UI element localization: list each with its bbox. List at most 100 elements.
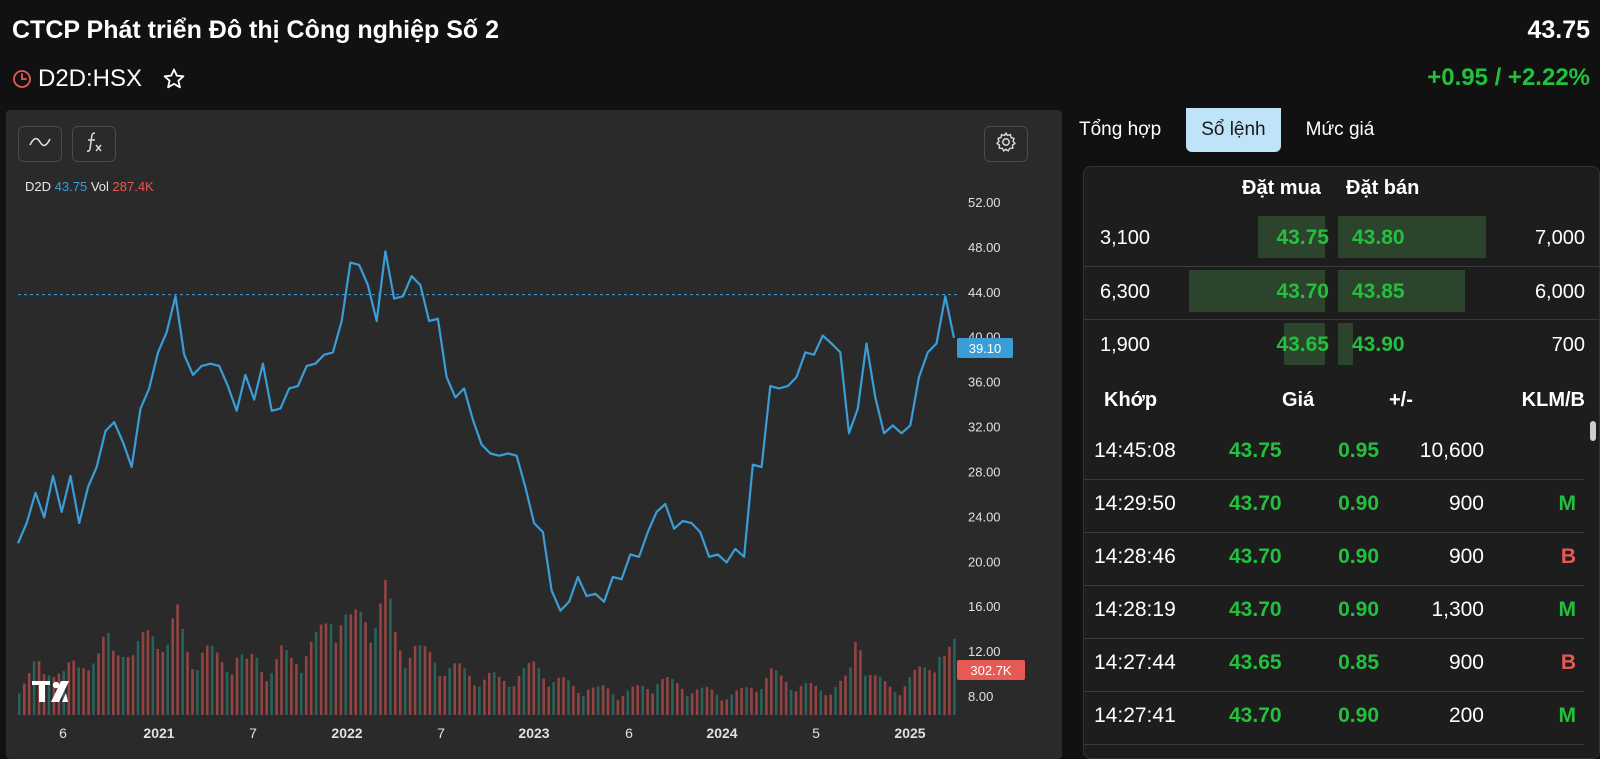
y-tick-label: 20.00 [968, 554, 1001, 569]
y-tick-label: 32.00 [968, 420, 1001, 435]
trade-time: 14:27:44 [1094, 651, 1176, 674]
volume-bar [22, 683, 26, 715]
tab-order-book[interactable]: Sổ lệnh [1186, 108, 1281, 152]
trade-change: 0.90 [1338, 598, 1379, 621]
trade-time: 14:28:46 [1094, 545, 1176, 568]
chart-settings-button[interactable] [984, 126, 1028, 162]
ask-price: 43.85 [1352, 280, 1405, 303]
right-panel: Tổng hợp Sổ lệnh Mức giá Đặt mua Đặt bán… [1064, 108, 1600, 759]
trades-header-volume: KLM/B [1521, 389, 1585, 411]
star-icon[interactable] [162, 67, 186, 91]
trade-row[interactable]: 14:45:08 43.75 0.95 10,600 [1084, 427, 1584, 480]
trade-volume: 10,600 [1419, 439, 1484, 462]
order-book-row[interactable]: 6,300 43.70 43.85 6,000 [1084, 266, 1599, 319]
trade-row[interactable]: 14:28:46 43.70 0.90 900 B [1084, 533, 1584, 586]
volume-bar [295, 664, 298, 715]
volume-bar [794, 691, 798, 715]
volume-bar [715, 694, 719, 715]
line-chart-button[interactable] [18, 126, 62, 162]
trade-side: B [1560, 545, 1576, 568]
indicators-button[interactable] [72, 126, 116, 162]
volume-bar [186, 651, 189, 715]
volume-bar [646, 689, 649, 715]
volume-bar [710, 689, 714, 715]
volume-bar [339, 625, 343, 715]
volume-bar [943, 655, 946, 715]
trade-side: M [1558, 492, 1577, 515]
line-chart-icon [29, 135, 51, 154]
price-chart-panel[interactable]: 52.00 48.00 44.00 40.00 36.00 32.00 28.00 24.00… [6, 110, 1062, 759]
volume-bar [146, 630, 150, 715]
order-book-row[interactable]: 3,100 43.75 43.80 7,000 [1084, 213, 1599, 266]
y-tick-label: 8.00 [968, 689, 993, 704]
volume-bar [27, 673, 31, 715]
company-name: CTCP Phát triển Đô thị Công nghiệp Số 2 [12, 16, 500, 44]
volume-bar [680, 688, 684, 715]
volume-bar [290, 657, 293, 715]
trade-row[interactable]: 14:29:50 43.70 0.90 900 M [1084, 480, 1584, 533]
x-tick-label: 6 [625, 725, 633, 741]
volume-bar [755, 692, 758, 715]
volume-bar [77, 667, 80, 715]
volume-bar [765, 678, 768, 715]
volume-bar [586, 689, 590, 715]
volume-bar [92, 663, 95, 715]
trades-scrollbar[interactable] [1590, 421, 1596, 441]
volume-bar [750, 687, 753, 715]
volume-bar [552, 682, 555, 715]
volume-bar [131, 655, 135, 715]
y-tick-label: 28.00 [968, 465, 1001, 480]
volume-bar [799, 686, 803, 715]
x-tick-label: 7 [437, 725, 445, 741]
volume-bar [206, 645, 209, 715]
volume-bar [210, 645, 214, 715]
trade-change: 0.90 [1338, 545, 1379, 568]
volume-bar [280, 645, 283, 715]
trade-price: 43.70 [1229, 598, 1282, 621]
volume-bar [844, 675, 847, 715]
volume-bar [270, 673, 273, 715]
tab-price-levels[interactable]: Mức giá [1291, 108, 1390, 152]
x-tick-label: 2025 [894, 725, 925, 741]
volume-bar [779, 675, 783, 715]
volume-bar [82, 668, 85, 715]
volume-bar [483, 679, 486, 715]
volume-bar [873, 675, 877, 715]
volume-bar [389, 598, 392, 715]
volume-bar [497, 676, 501, 715]
volume-bar [443, 675, 447, 715]
volume-bar [720, 700, 724, 715]
price-chart[interactable]: 52.0048.0044.0040.0036.0032.0028.0024.00… [6, 110, 1062, 759]
volume-bar [161, 651, 165, 715]
volume-bar [636, 685, 639, 715]
legend-vol-value: 287.4K [112, 179, 154, 194]
trade-row[interactable]: 14:28:19 43.70 0.90 1,300 M [1084, 586, 1584, 639]
volume-bar [601, 685, 605, 715]
volume-bar [685, 696, 689, 715]
gear-icon [995, 131, 1017, 158]
order-book-row[interactable]: 1,900 43.65 43.90 700 [1084, 319, 1599, 372]
volume-bar [740, 688, 743, 715]
volume-bar [676, 683, 679, 715]
volume-bar [324, 623, 328, 715]
trades-header-time: Khớp [1104, 389, 1158, 411]
tradingview-logo[interactable] [32, 681, 69, 702]
x-tick-label: 6 [59, 725, 67, 741]
tab-summary[interactable]: Tổng hợp [1064, 108, 1176, 152]
volume-bar [18, 693, 21, 715]
trade-volume: 900 [1448, 651, 1484, 674]
volume-bar [196, 670, 199, 715]
volume-bar [418, 645, 422, 715]
volume-bar [562, 677, 565, 715]
volume-bar [537, 668, 541, 715]
volume-bar [512, 686, 516, 715]
volume-bar [666, 677, 669, 715]
volume-bar [621, 695, 625, 715]
volume-bar [948, 646, 951, 715]
volume-bar [893, 692, 897, 715]
volume-bar [458, 663, 461, 715]
trade-row[interactable]: 14:27:41 43.70 0.90 200 M [1084, 692, 1584, 745]
trade-change: 0.90 [1338, 492, 1379, 515]
trade-row[interactable]: 14:27:44 43.65 0.85 900 B [1084, 639, 1584, 692]
volume-bar [201, 652, 204, 715]
